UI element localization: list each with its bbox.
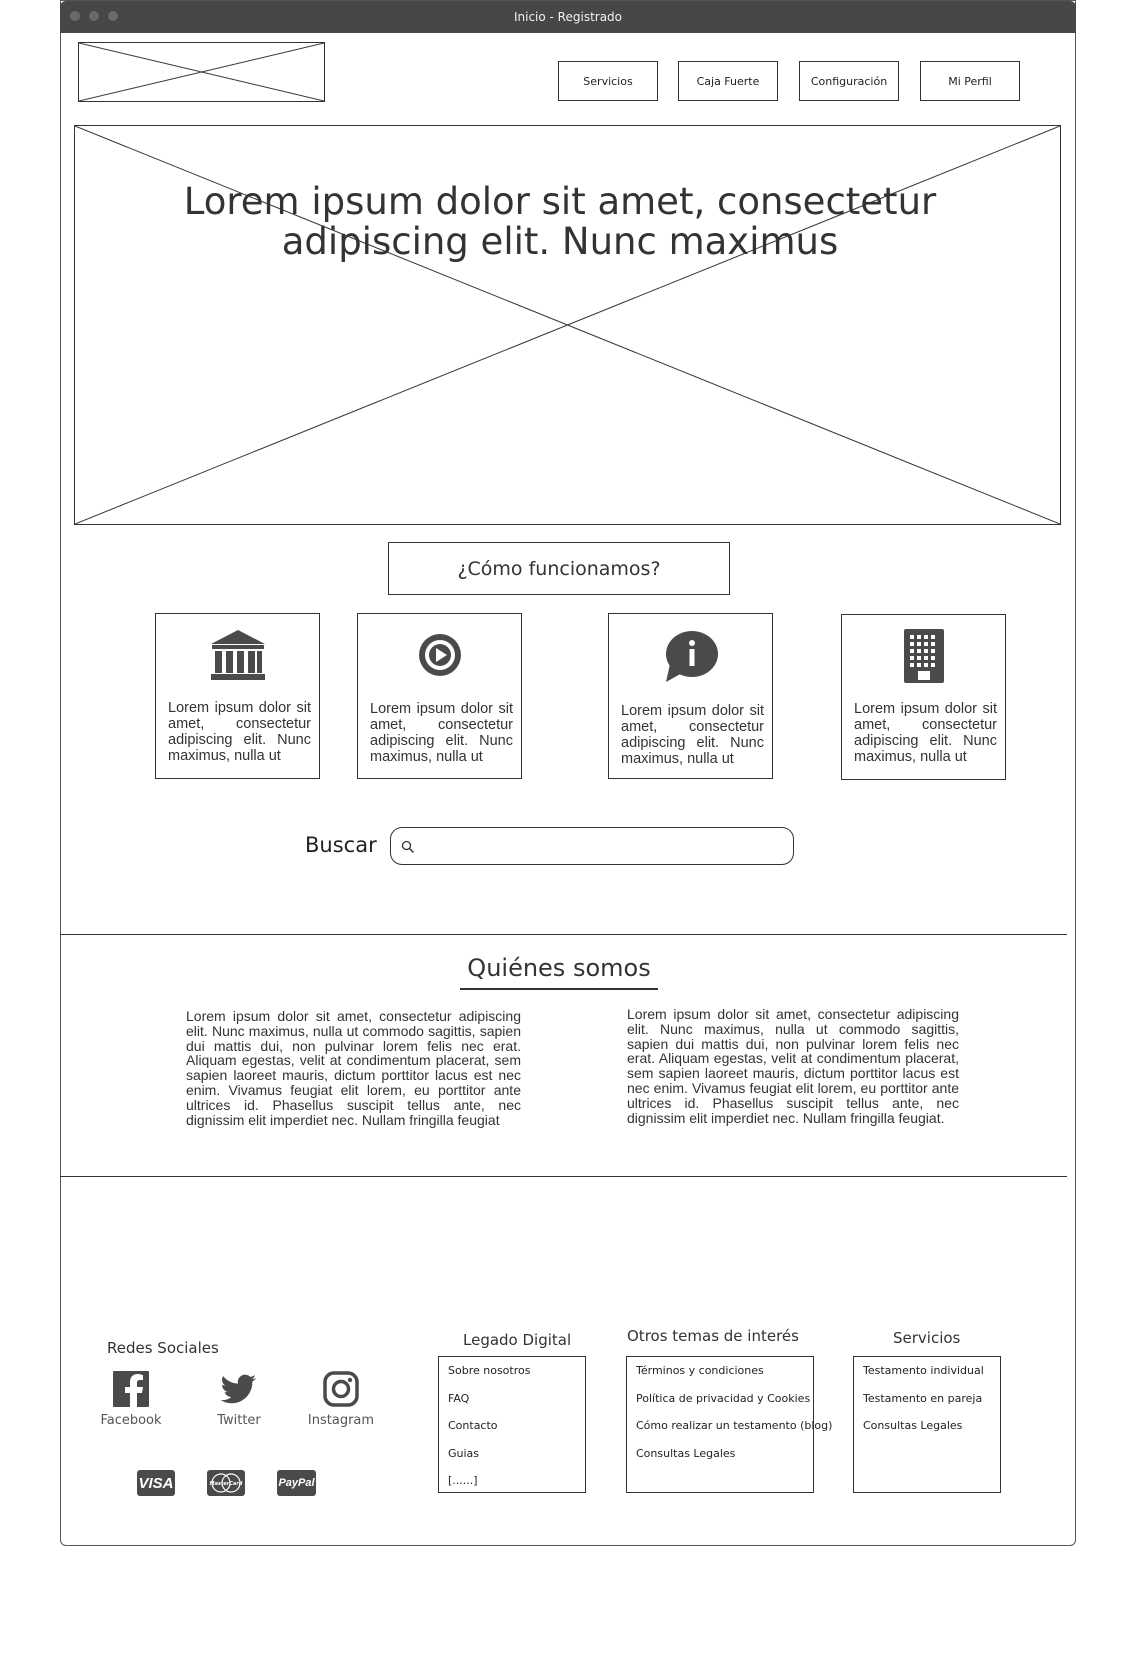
social-heading: Redes Sociales bbox=[107, 1339, 219, 1357]
search-input[interactable] bbox=[417, 834, 787, 858]
logo-placeholder-image[interactable] bbox=[78, 42, 325, 102]
facebook-icon bbox=[113, 1371, 149, 1407]
about-text-right: Lorem ipsum dolor sit amet, consectetur … bbox=[627, 1006, 959, 1126]
about-title: Quiénes somos bbox=[467, 954, 651, 982]
footer-link[interactable]: FAQ bbox=[439, 1391, 585, 1419]
footer-link[interactable]: [......] bbox=[439, 1473, 585, 1501]
feature-card[interactable]: Lorem ipsum dolor sit amet, consectetur … bbox=[357, 613, 522, 779]
nav-button-servicios[interactable]: Servicios bbox=[558, 61, 658, 101]
social-twitter[interactable]: Twitter bbox=[194, 1371, 284, 1428]
hero-title: Lorem ipsum dolor sit amet, consectetur … bbox=[183, 180, 937, 263]
building-icon bbox=[842, 629, 1005, 687]
search-icon bbox=[401, 840, 414, 853]
nav-button-mi-perfil[interactable]: Mi Perfil bbox=[920, 61, 1020, 101]
nav-button-caja-fuerte[interactable]: Caja Fuerte bbox=[678, 61, 778, 101]
section-divider bbox=[60, 1176, 1067, 1177]
search-box[interactable] bbox=[390, 827, 794, 865]
footer-link[interactable]: Términos y condiciones bbox=[627, 1363, 813, 1391]
footer-links-servicios: Testamento individual Testamento en pare… bbox=[853, 1356, 1001, 1493]
footer-column-heading: Legado Digital bbox=[463, 1331, 572, 1349]
window-title: Inicio - Registrado bbox=[513, 10, 623, 24]
footer-link[interactable]: Consultas Legales bbox=[627, 1446, 813, 1474]
footer-links-otros-temas: Términos y condiciones Política de priva… bbox=[626, 1356, 832, 1493]
feature-card-text: Lorem ipsum dolor sit amet, consectetur … bbox=[370, 701, 513, 765]
feature-card-text: Lorem ipsum dolor sit amet, consectetur … bbox=[854, 701, 997, 765]
footer-links-legado-digital: Sobre nosotros FAQ Contacto Guias [.....… bbox=[438, 1356, 586, 1493]
social-label: Instagram bbox=[307, 1413, 375, 1428]
about-text-left: Lorem ipsum dolor sit amet, consectetur … bbox=[186, 1008, 521, 1128]
social-facebook[interactable]: Facebook bbox=[86, 1371, 176, 1428]
footer-link[interactable]: Contacto bbox=[439, 1418, 585, 1446]
instagram-icon bbox=[323, 1371, 359, 1407]
how-it-works-button[interactable]: ¿Cómo funcionamos? bbox=[388, 542, 730, 595]
paypal-icon: PayPal bbox=[277, 1470, 316, 1496]
about-title-underline bbox=[460, 988, 658, 990]
feature-card-text: Lorem ipsum dolor sit amet, consectetur … bbox=[168, 700, 311, 764]
social-instagram[interactable]: Instagram bbox=[296, 1371, 386, 1428]
footer-link[interactable]: Testamento en pareja bbox=[854, 1391, 1000, 1419]
feature-card[interactable]: Lorem ipsum dolor sit amet, consectetur … bbox=[155, 613, 320, 779]
play-circle-icon bbox=[358, 628, 521, 686]
nav-button-configuracion[interactable]: Configuración bbox=[799, 61, 899, 101]
info-bubble-icon bbox=[609, 628, 772, 686]
twitter-icon bbox=[220, 1374, 256, 1404]
footer-link[interactable]: Cómo realizar un testamento (blog) bbox=[627, 1418, 832, 1446]
footer-column-heading: Otros temas de interés bbox=[627, 1327, 799, 1345]
title-bar: Inicio - Registrado bbox=[60, 1, 1076, 33]
footer-link[interactable]: Testamento individual bbox=[854, 1363, 1000, 1391]
section-divider bbox=[60, 934, 1067, 935]
footer-link[interactable]: Guias bbox=[439, 1446, 585, 1474]
bank-icon bbox=[156, 628, 319, 686]
footer-column-heading: Servicios bbox=[893, 1329, 961, 1347]
social-label: Twitter bbox=[217, 1413, 261, 1428]
footer-link[interactable]: Política de privacidad y Cookies bbox=[627, 1391, 813, 1419]
mastercard-icon: MasterCard bbox=[207, 1470, 245, 1496]
feature-card[interactable]: Lorem ipsum dolor sit amet, consectetur … bbox=[608, 613, 773, 779]
feature-card-text: Lorem ipsum dolor sit amet, consectetur … bbox=[621, 703, 764, 767]
search-label: Buscar bbox=[305, 833, 377, 857]
feature-card[interactable]: Lorem ipsum dolor sit amet, consectetur … bbox=[841, 614, 1006, 780]
visa-icon: VISA bbox=[137, 1470, 175, 1496]
footer-link[interactable]: Sobre nosotros bbox=[439, 1363, 585, 1391]
mastercard-label: MasterCard bbox=[210, 1481, 243, 1487]
social-label: Facebook bbox=[100, 1413, 162, 1428]
footer-link[interactable]: Consultas Legales bbox=[854, 1418, 1000, 1446]
